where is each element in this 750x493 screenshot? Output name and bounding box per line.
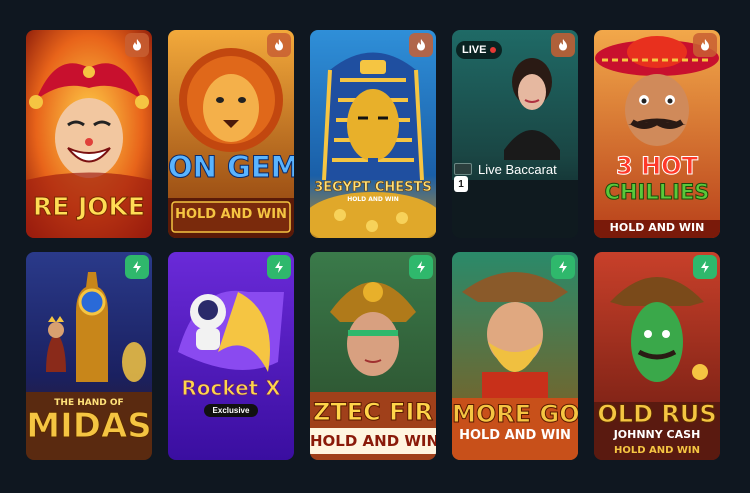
game-tile-egypt-chests[interactable]: 3EGYPT CHESTS HOLD AND WIN	[310, 30, 436, 238]
flame-icon	[125, 33, 149, 57]
flame-icon	[551, 33, 575, 57]
game-title-small: JOHNNY CASH	[613, 428, 701, 441]
player-count-badge: 1	[454, 176, 468, 192]
game-grid: RE JOKE ON GEM HOLD AND WIN 3EGYPT CHEST…	[26, 30, 720, 460]
game-title: MORE GO	[452, 400, 578, 428]
hot-chillies-artwork	[594, 30, 720, 238]
live-baccarat-artwork	[452, 30, 578, 238]
game-tile-hand-of-midas[interactable]: THE HAND OF MIDAS	[26, 252, 152, 460]
live-game-label: Live Baccarat	[452, 158, 578, 180]
egypt-chests-artwork	[310, 30, 436, 238]
live-badge: LIVE	[456, 41, 503, 59]
game-subtitle: HOLD AND WIN	[347, 196, 399, 203]
game-title: RE JOKE	[32, 192, 146, 221]
bolt-icon	[693, 255, 717, 279]
flame-icon	[693, 33, 717, 57]
game-tile-gold-rush[interactable]: OLD RUS JOHNNY CASH HOLD AND WIN	[594, 252, 720, 460]
game-tile-hot-chillies[interactable]: 3 HOT CHILLIES HOLD AND WIN	[594, 30, 720, 238]
bolt-icon	[125, 255, 149, 279]
game-title-line2: CHILLIES	[604, 180, 710, 204]
live-dot-icon	[490, 47, 497, 53]
bolt-icon	[551, 255, 575, 279]
game-tile-rocket-x[interactable]: Rocket X Exclusive	[168, 252, 294, 460]
game-tile-live-baccarat[interactable]: LIVE Live Baccarat 1	[452, 30, 578, 238]
table-icon	[454, 163, 472, 175]
game-subtitle: HOLD AND WIN	[310, 432, 436, 450]
flame-icon	[409, 33, 433, 57]
game-title: Rocket X	[181, 376, 281, 400]
game-title: 3 HOT	[616, 152, 699, 180]
rocket-x-artwork	[168, 252, 294, 460]
game-subtitle: HOLD AND WIN	[609, 221, 705, 234]
game-title: ON GEM	[168, 150, 294, 184]
live-badge-label: LIVE	[462, 44, 487, 56]
game-title: ZTEC FIR	[313, 398, 434, 426]
bolt-icon	[409, 255, 433, 279]
game-tile-fire-joker[interactable]: RE JOKE	[26, 30, 152, 238]
game-tile-more-gold[interactable]: MORE GO HOLD AND WIN	[452, 252, 578, 460]
game-title: OLD RUS	[597, 400, 717, 428]
game-subtitle: HOLD AND WIN	[459, 428, 571, 443]
exclusive-badge: Exclusive	[204, 404, 258, 417]
game-subtitle: HOLD AND WIN	[175, 207, 287, 222]
game-subtitle: HOLD AND WIN	[613, 445, 701, 456]
aztec-fire-artwork	[310, 252, 436, 460]
game-title: Live Baccarat	[478, 161, 557, 177]
flame-icon	[267, 33, 291, 57]
game-tile-lion-gems[interactable]: ON GEM HOLD AND WIN	[168, 30, 294, 238]
bolt-icon	[267, 255, 291, 279]
game-tile-aztec-fire[interactable]: ZTEC FIR HOLD AND WIN	[310, 252, 436, 460]
game-title: MIDAS	[26, 406, 152, 446]
game-title: 3EGYPT CHESTS	[314, 180, 432, 195]
